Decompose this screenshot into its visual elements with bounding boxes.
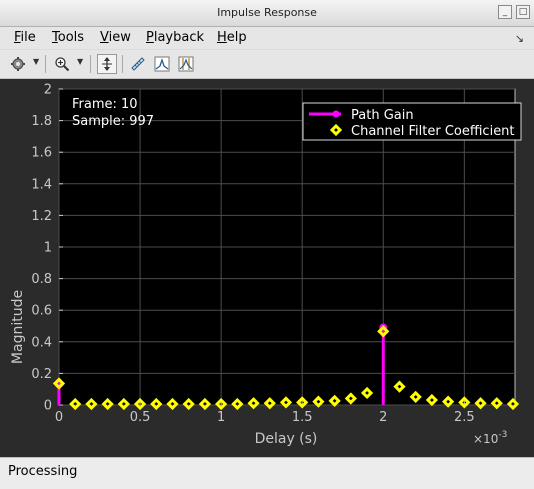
ruler-icon[interactable] xyxy=(128,54,148,74)
zoom-in-icon[interactable] xyxy=(52,54,72,74)
menu-help-label: elp xyxy=(226,30,247,45)
frame-label: Frame: 10 xyxy=(72,97,138,112)
x-tick-label: 1.5 xyxy=(292,410,313,425)
menu-tools-label: ools xyxy=(57,30,85,45)
status-bar: Processing xyxy=(0,457,534,489)
y-tick-label: 1.8 xyxy=(31,114,52,129)
legend-path-gain-marker xyxy=(332,110,340,118)
toolbar-separator xyxy=(90,55,91,73)
y-axis-label: Magnitude xyxy=(10,290,26,364)
y-tick-label: 0 xyxy=(44,399,52,414)
toolbar-separator xyxy=(45,55,46,73)
toolbar-separator xyxy=(122,55,123,73)
x-tick-label: 0.5 xyxy=(130,410,151,425)
x-tick-label: 2 xyxy=(379,410,387,425)
y-tick-label: 1.6 xyxy=(31,146,52,161)
menu-help-mnemonic: H xyxy=(217,30,227,45)
sample-label: Sample: 997 xyxy=(72,114,154,129)
maximize-icon[interactable]: □ xyxy=(516,5,530,19)
menu-bar: File Tools View Playback Help ↘ xyxy=(0,27,534,49)
zoom-dropdown-icon[interactable]: ▼ xyxy=(77,57,83,66)
status-text: Processing xyxy=(8,464,78,479)
x-tick-label: 0 xyxy=(55,410,63,425)
bandwidth-icon[interactable] xyxy=(176,54,196,74)
menu-view-mnemonic: V xyxy=(100,30,109,45)
x-scale-base: ×10 xyxy=(473,432,498,446)
x-tick-label: 2.5 xyxy=(454,410,475,425)
impulse-response-plot[interactable]: 0 0.5 1 1.5 2 2.500.20.40.60.811.21.41.61.82 … xyxy=(0,79,534,457)
menu-tools[interactable]: Tools xyxy=(52,30,84,45)
menu-file-label: ile xyxy=(20,30,36,45)
x-scale-multiplier: ×10-3 xyxy=(473,430,507,446)
y-tick-label: 0.8 xyxy=(31,272,52,287)
y-tick-label: 1.4 xyxy=(31,177,52,192)
menu-playback-mnemonic: P xyxy=(146,30,154,45)
y-tick-label: 2 xyxy=(44,83,52,98)
autoscale-icon[interactable] xyxy=(97,54,117,74)
x-scale-exponent: -3 xyxy=(498,430,507,440)
menu-view-label: iew xyxy=(108,30,131,45)
toolbar: ▼ ▼ xyxy=(0,50,534,79)
legend-path-gain-label: Path Gain xyxy=(351,108,414,123)
window-title: Impulse Response xyxy=(217,6,317,19)
menu-view[interactable]: View xyxy=(100,30,131,45)
menu-playback[interactable]: Playback xyxy=(146,30,204,45)
y-tick-label: 1.2 xyxy=(31,209,52,224)
legend[interactable]: Path Gain Channel Filter Coefficient xyxy=(302,102,522,141)
menu-playback-label: layback xyxy=(153,30,205,45)
settings-dropdown-icon[interactable]: ▼ xyxy=(33,57,39,66)
menu-file[interactable]: File xyxy=(14,30,36,45)
legend-coefficient-label: Channel Filter Coefficient xyxy=(351,124,515,139)
y-tick-label: 0.2 xyxy=(31,367,52,382)
menu-help[interactable]: Help xyxy=(217,30,247,45)
plot-panel: 0 0.5 1 1.5 2 2.5 0 0.2 0.4 0.6 0.8 1 1.2 1.4 1.6 1.8 2 … xyxy=(0,79,534,457)
window-titlebar: Impulse Response _ □ xyxy=(0,0,534,27)
y-tick-label: 0.6 xyxy=(31,304,52,319)
signal-peak-icon[interactable] xyxy=(152,54,172,74)
settings-gear-icon[interactable] xyxy=(8,54,28,74)
y-tick-label: 1 xyxy=(44,241,52,256)
x-axis-label: Delay (s) xyxy=(255,431,318,447)
dock-arrow-icon[interactable]: ↘ xyxy=(515,32,524,45)
x-tick-label: 1 xyxy=(217,410,225,425)
y-tick-label: 0.4 xyxy=(31,335,52,350)
minimize-icon[interactable]: _ xyxy=(498,5,512,19)
